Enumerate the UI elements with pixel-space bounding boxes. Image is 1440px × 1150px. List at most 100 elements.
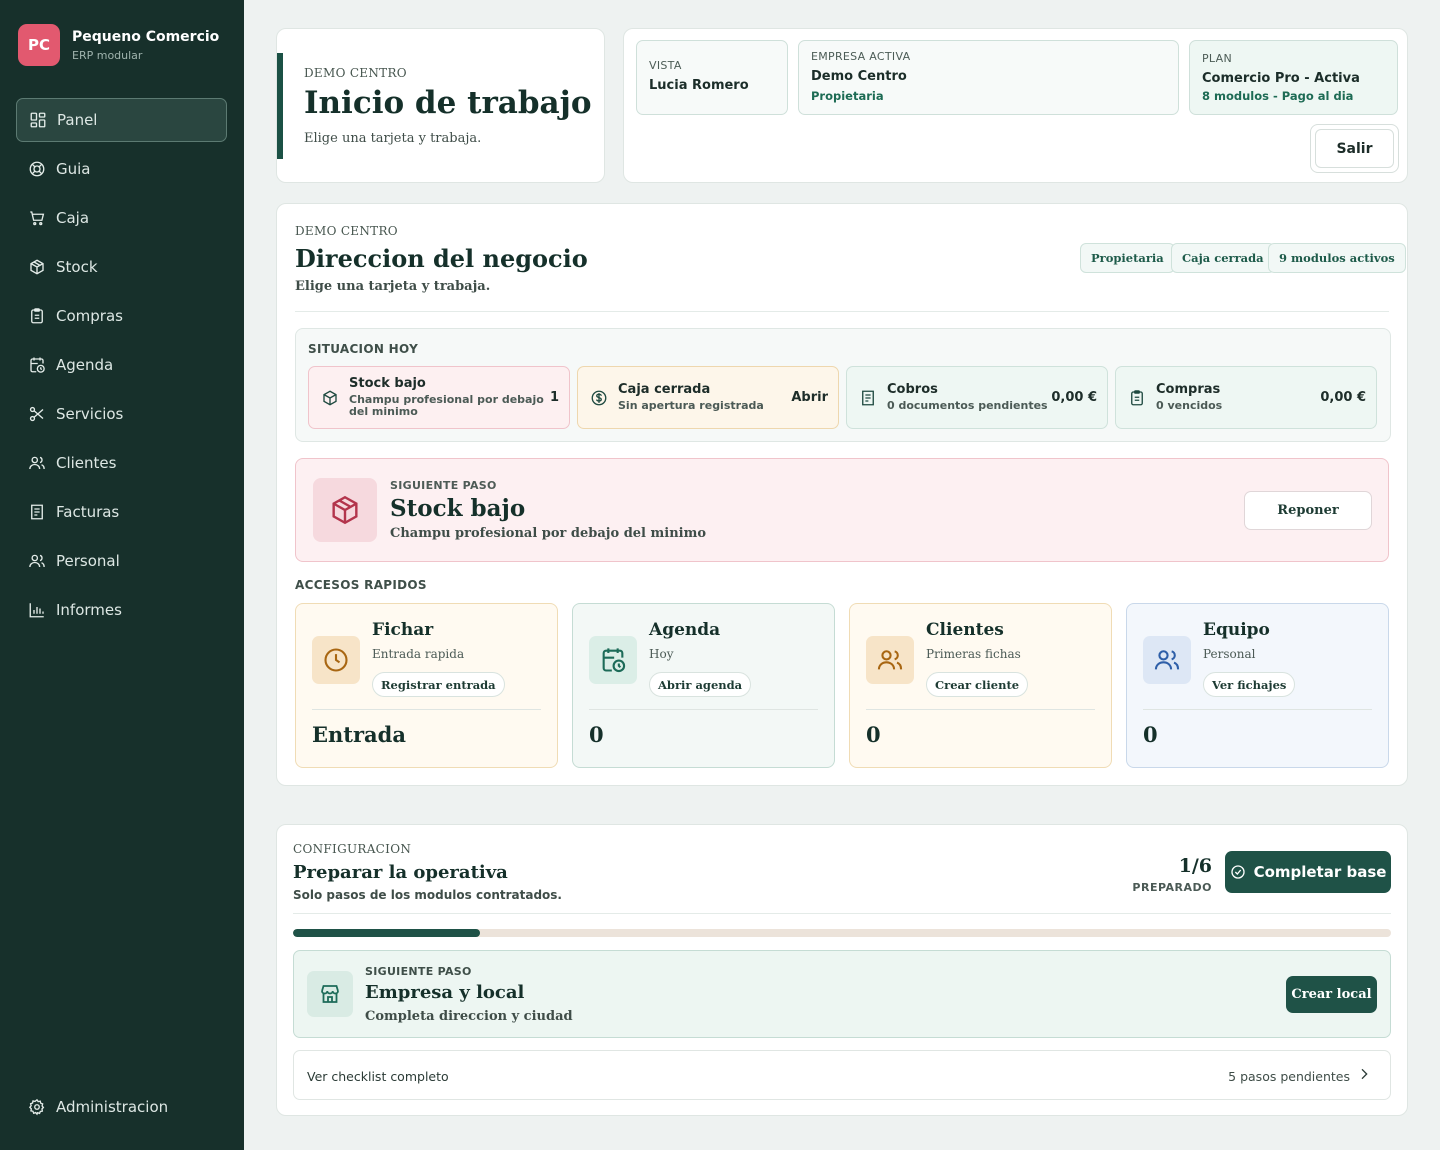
status-stock-bajo[interactable]: Stock bajo Champu profesional por debajo… — [308, 366, 570, 429]
next-step-desc: Champu profesional por debajo del minimo — [390, 526, 707, 541]
sidebar-item-informes[interactable]: Informes — [16, 588, 227, 632]
grid-icon — [30, 112, 46, 128]
cart-icon — [30, 211, 45, 226]
plan-box[interactable]: PLAN Comercio Pro - Activa 8 modulos - P… — [1189, 40, 1398, 115]
ver-fichajes-button[interactable]: Ver fichajes — [1203, 672, 1296, 697]
sidebar-item-clientes[interactable]: Clientes — [16, 441, 227, 485]
setup-progress — [293, 929, 1391, 937]
setup-title: Preparar la operativa — [293, 862, 508, 883]
brand-logo: PC — [18, 24, 60, 66]
quick-icon-wrap — [1143, 636, 1191, 684]
setup-next-label: SIGUIENTE PASO — [365, 965, 472, 978]
business-card: DEMO CENTRO Direccion del negocio Elige … — [276, 203, 1408, 786]
caja-status-pill: Caja cerrada — [1171, 243, 1275, 273]
quick-subtitle: Personal — [1203, 647, 1256, 661]
quick-subtitle: Primeras fichas — [926, 647, 1021, 661]
vista-box[interactable]: VISTA Lucia Romero — [636, 40, 788, 115]
sidebar-item-stock[interactable]: Stock — [16, 245, 227, 289]
plan-extra: 8 modulos - Pago al dia — [1202, 89, 1354, 103]
status-desc: Sin apertura registrada — [618, 399, 764, 412]
sidebar-item-guia[interactable]: Guia — [16, 147, 227, 191]
account-card: VISTA Lucia Romero EMPRESA ACTIVA Demo C… — [623, 28, 1408, 183]
crear-local-button[interactable]: Crear local — [1286, 976, 1377, 1013]
quick-value: 0 — [1143, 722, 1158, 747]
status-desc: Champu profesional por debajo del minimo — [349, 393, 544, 418]
status-title: Compras — [1156, 382, 1221, 397]
sidebar-item-label: Compras — [56, 307, 123, 325]
divider — [1143, 709, 1372, 710]
empresa-value: Demo Centro — [811, 69, 907, 84]
sidebar-item-label: Informes — [56, 601, 122, 619]
store-icon — [321, 985, 339, 1003]
sidebar-item-agenda[interactable]: Agenda — [16, 343, 227, 387]
status-title: Caja cerrada — [618, 382, 711, 397]
brand-subtitle: ERP modular — [72, 48, 143, 62]
registrar-entrada-button[interactable]: Registrar entrada — [372, 672, 505, 697]
divider — [866, 709, 1095, 710]
status-compras[interactable]: Compras 0 vencidos 0,00 € — [1115, 366, 1377, 429]
sidebar-item-servicios[interactable]: Servicios — [16, 392, 227, 436]
sidebar-item-label: Personal — [56, 552, 120, 570]
next-step-alert: SIGUIENTE PASO Stock bajo Champu profesi… — [295, 458, 1389, 562]
vista-value: Lucia Romero — [649, 78, 749, 93]
company-eyebrow: DEMO CENTRO — [304, 66, 407, 80]
receipt-icon — [31, 504, 43, 520]
situation-panel: SITUACION HOY Stock bajo Champu profesio… — [295, 328, 1391, 442]
setup-next-title: Empresa y local — [365, 982, 525, 1003]
gear-icon — [28, 1098, 45, 1116]
status-action[interactable]: Abrir — [791, 390, 828, 405]
chevron-right-icon — [1361, 1068, 1368, 1080]
quick-title: Clientes — [926, 620, 1004, 640]
crear-cliente-button[interactable]: Crear cliente — [926, 672, 1029, 697]
plan-label: PLAN — [1202, 52, 1232, 65]
logout-button[interactable]: Salir — [1315, 129, 1394, 168]
status-value: 0,00 € — [1051, 390, 1097, 405]
setup-next-desc: Completa direccion y ciudad — [365, 1009, 573, 1024]
sidebar-item-label: Caja — [56, 209, 90, 227]
completar-base-button[interactable]: Completar base — [1225, 851, 1391, 893]
next-step-icon-wrap — [313, 478, 377, 542]
sidebar-item-label: Guia — [56, 160, 91, 178]
brand[interactable]: PC Pequeno Comercio ERP modular — [18, 24, 219, 66]
quick-title: Equipo — [1203, 620, 1270, 640]
status-cobros[interactable]: Cobros 0 documentos pendientes 0,00 € — [846, 366, 1108, 429]
sidebar-item-personal[interactable]: Personal — [16, 539, 227, 583]
quick-card-clientes[interactable]: Clientes Primeras fichas Crear cliente 0 — [849, 603, 1112, 768]
quick-subtitle: Hoy — [649, 647, 674, 661]
empresa-role: Propietaria — [811, 89, 884, 103]
setup-next-step: SIGUIENTE PASO Empresa y local Completa … — [293, 950, 1391, 1038]
calendar-clock-icon — [602, 648, 626, 673]
quick-card-agenda[interactable]: Agenda Hoy Abrir agenda 0 — [572, 603, 835, 768]
sidebar-item-panel[interactable]: Panel — [16, 98, 227, 142]
setup-count: 1/6 — [1178, 855, 1212, 877]
quick-access-title: ACCESOS RAPIDOS — [295, 578, 427, 592]
quick-subtitle: Entrada rapida — [372, 647, 465, 661]
sidebar-item-compras[interactable]: Compras — [16, 294, 227, 338]
receipt-icon — [862, 390, 874, 406]
sidebar-item-label: Servicios — [56, 405, 124, 423]
business-eyebrow: DEMO CENTRO — [295, 224, 398, 238]
sidebar-item-label: Clientes — [56, 454, 117, 472]
checklist-link[interactable]: Ver checklist completo 5 pasos pendiente… — [293, 1050, 1391, 1100]
clipboard-icon — [1131, 390, 1143, 406]
status-caja-cerrada[interactable]: Caja cerrada Sin apertura registrada Abr… — [577, 366, 839, 429]
clock-icon — [324, 648, 348, 672]
quick-card-fichar[interactable]: Fichar Entrada rapida Registrar entrada … — [295, 603, 558, 768]
vista-label: VISTA — [649, 59, 682, 72]
sidebar-item-caja[interactable]: Caja — [16, 196, 227, 240]
sidebar-item-label: Agenda — [56, 356, 114, 374]
quick-card-equipo[interactable]: Equipo Personal Ver fichajes 0 — [1126, 603, 1389, 768]
sidebar-item-administracion[interactable]: Administracion — [16, 1085, 227, 1129]
next-step-label: SIGUIENTE PASO — [390, 479, 497, 492]
users-icon — [29, 456, 45, 470]
sidebar-item-facturas[interactable]: Facturas — [16, 490, 227, 534]
abrir-agenda-button[interactable]: Abrir agenda — [649, 672, 752, 697]
quick-icon-wrap — [866, 636, 914, 684]
empresa-box[interactable]: EMPRESA ACTIVA Demo Centro Propietaria — [798, 40, 1179, 115]
status-value: 1 — [549, 390, 559, 405]
bar-chart-icon — [29, 603, 44, 618]
quick-value: 0 — [866, 722, 881, 747]
reponer-button[interactable]: Reponer — [1244, 491, 1372, 530]
page-subtitle: Elige una tarjeta y trabaja. — [304, 131, 482, 146]
divider — [295, 311, 1389, 312]
